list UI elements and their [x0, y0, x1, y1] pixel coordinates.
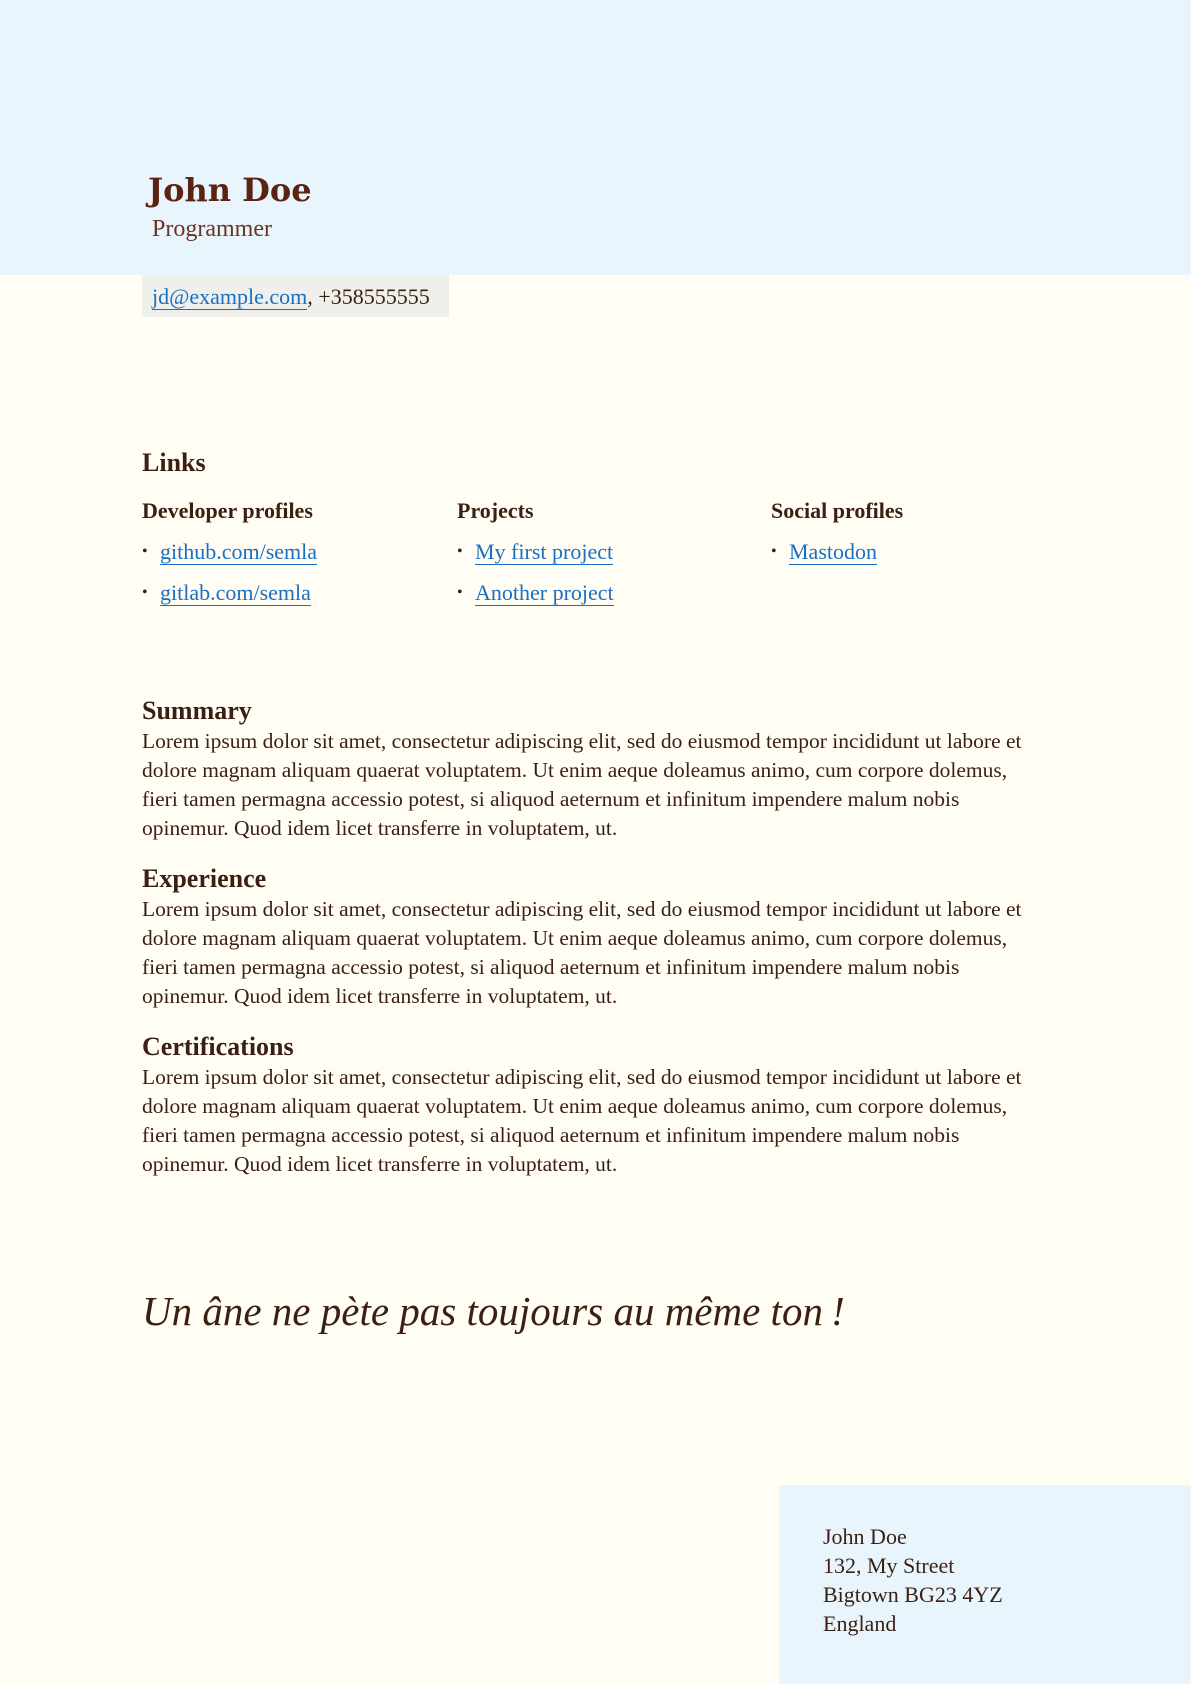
gitlab-link[interactable]: gitlab.com/semla — [160, 580, 311, 606]
link-list: My first project Another project — [457, 539, 757, 606]
address-line-street: 132, My Street — [823, 1553, 955, 1578]
links-column-developer-profiles: Developer profiles github.com/semla gitl… — [142, 497, 442, 621]
section-experience: Experience Lorem ipsum dolor sit amet, c… — [142, 863, 1042, 1011]
link-list: github.com/semla gitlab.com/semla — [142, 539, 442, 606]
links-column-projects: Projects My first project Another projec… — [457, 497, 757, 621]
address-block: John Doe 132, My Street Bigtown BG23 4YZ… — [823, 1522, 1003, 1638]
links-column-social-profiles: Social profiles Mastodon — [771, 497, 1071, 580]
address-line-country: England — [823, 1611, 897, 1636]
section-title: Summary — [142, 696, 252, 725]
list-item: Mastodon — [771, 539, 1071, 565]
section-title: Certifications — [142, 1032, 294, 1061]
list-item: My first project — [457, 539, 757, 565]
address-line-name: John Doe — [823, 1524, 907, 1549]
links-heading: Links — [142, 448, 206, 477]
mastodon-link[interactable]: Mastodon — [789, 539, 877, 565]
links-column-title: Developer profiles — [142, 498, 313, 523]
section-summary: Summary Lorem ipsum dolor sit amet, cons… — [142, 695, 1042, 843]
another-project-link[interactable]: Another project — [475, 580, 614, 606]
link-list: Mastodon — [771, 539, 1071, 565]
links-column-title: Social profiles — [771, 498, 904, 523]
section-body: Lorem ipsum dolor sit amet, consectetur … — [142, 897, 1022, 1008]
closing-quote: Un âne ne pète pas toujours au même ton … — [142, 1288, 845, 1334]
phone-number: +358555555 — [318, 284, 430, 309]
list-item: gitlab.com/semla — [142, 580, 442, 606]
section-body: Lorem ipsum dolor sit amet, consectetur … — [142, 729, 1022, 840]
section-certifications: Certifications Lorem ipsum dolor sit ame… — [142, 1031, 1042, 1179]
section-title: Experience — [142, 864, 267, 893]
contact-bar: jd@example.com, +358555555 — [142, 275, 449, 317]
candidate-name: John Doe — [148, 171, 312, 209]
list-item: github.com/semla — [142, 539, 442, 565]
list-item: Another project — [457, 580, 757, 606]
candidate-role: Programmer — [152, 216, 272, 242]
links-column-title: Projects — [457, 498, 534, 523]
email-link[interactable]: jd@example.com — [152, 284, 308, 310]
github-link[interactable]: github.com/semla — [160, 539, 318, 565]
section-body: Lorem ipsum dolor sit amet, consectetur … — [142, 1065, 1022, 1176]
address-line-city: Bigtown BG23 4YZ — [823, 1582, 1003, 1607]
first-project-link[interactable]: My first project — [475, 539, 614, 565]
contact-separator: , — [307, 284, 319, 309]
